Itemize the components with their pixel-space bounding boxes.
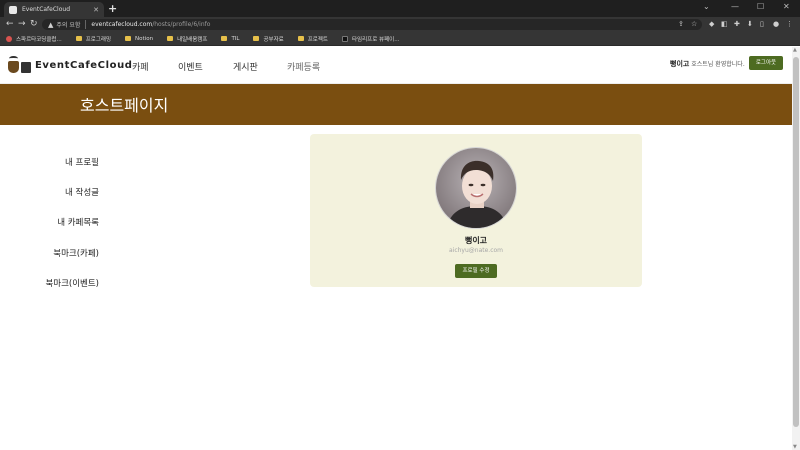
bookmark-item[interactable]: Notion (125, 36, 153, 42)
scroll-up-icon[interactable]: ▲ (793, 47, 797, 53)
bookmark-label: 공부자료 (263, 36, 284, 43)
bookmark-favicon-icon (6, 35, 12, 42)
menu-icon[interactable]: ⋮ (786, 20, 793, 29)
nav-board[interactable]: 게시판 (233, 60, 258, 73)
insecure-label: 주의 요함 (56, 20, 87, 29)
shield-icon[interactable]: ◆ (709, 20, 714, 29)
bookmark-item[interactable]: 내일배움캠프 (167, 35, 207, 43)
back-icon[interactable]: ← (6, 19, 14, 30)
site-logo[interactable]: EventCafeCloud (6, 56, 133, 74)
puzzle-icon[interactable]: ✚ (734, 20, 740, 29)
bookmark-item[interactable]: 타임리프로 뷰페이... (341, 35, 400, 43)
close-window-icon[interactable]: ✕ (783, 2, 790, 11)
greeting-suffix: 호스트님 환영합니다. (689, 61, 745, 68)
star-icon[interactable]: ☆ (691, 19, 697, 30)
forward-icon[interactable]: → (18, 19, 26, 30)
avatar-photo (436, 148, 516, 228)
browser-toolbar: ← → ↻ ▲ 주의 요함 eventcafecloud.com/hosts/p… (0, 17, 800, 32)
host-greeting: 뻥이고 호스트님 환영합니다. (670, 59, 745, 69)
edit-profile-button[interactable]: 프로필 수정 (455, 264, 497, 278)
warning-icon[interactable]: ▲ (48, 21, 53, 29)
profile-card: 뻥이고 aichyu@nate.com 프로필 수정 (310, 134, 642, 287)
profile-icon[interactable]: ● (773, 20, 779, 29)
profile-email: aichyu@nate.com (448, 247, 504, 254)
browser-tab-bar: EventCafeCloud ✕ + ⌄ — ☐ ✕ (0, 0, 800, 17)
bookmarks-bar: 스파르타코딩클럽... 프로그래밍 Notion 내일배움캠프 TIL 공부자료… (0, 32, 800, 46)
bookmark-favicon-icon (341, 35, 348, 42)
address-bar[interactable]: ▲ 주의 요함 eventcafecloud.com/hosts/profile… (42, 19, 702, 30)
bookmark-label: 스파르타코딩클럽... (16, 36, 62, 43)
coffee-cup-icon (6, 56, 32, 74)
url-host: eventcafecloud.com (91, 21, 153, 28)
maximize-icon[interactable]: ☐ (757, 2, 764, 11)
nav-cafe-register[interactable]: 카페등록 (287, 60, 320, 73)
scroll-down-icon[interactable]: ▼ (793, 444, 797, 450)
bookmark-item[interactable]: TIL (221, 36, 239, 42)
logo-text: EventCafeCloud (35, 59, 133, 71)
folder-icon (253, 36, 260, 41)
bookmark-label: 프로그래밍 (85, 36, 112, 43)
folder-icon (167, 36, 174, 41)
extension-icon[interactable]: ◧ (721, 20, 728, 29)
sidebar-item-my-posts[interactable]: 내 작성글 (65, 186, 99, 198)
sidebar-item-my-cafes[interactable]: 내 카페목록 (57, 216, 99, 228)
url-text: eventcafecloud.com/hosts/profile/6/info (91, 21, 210, 28)
minimize-icon[interactable]: — (731, 2, 739, 11)
folder-icon (221, 36, 228, 41)
bookmark-label: 타임리프로 뷰페이... (351, 36, 400, 43)
greeting-name: 뻥이고 (670, 60, 690, 68)
profile-name: 뻥이고 (464, 236, 488, 245)
close-tab-icon[interactable]: ✕ (93, 6, 99, 14)
page-banner: 호스트페이지 (0, 84, 792, 125)
bookmark-label: Notion (135, 35, 154, 42)
scroll-thumb[interactable] (793, 57, 799, 427)
bookmark-item[interactable]: 프로그래밍 (75, 35, 112, 43)
page-scrollbar[interactable]: ▲ ▼ (792, 47, 800, 450)
folder-icon (125, 36, 132, 41)
sidebar-item-my-profile[interactable]: 내 프로필 (65, 156, 99, 168)
nav-cafe[interactable]: 카페 (132, 60, 149, 73)
bookmark-item[interactable]: 공부자료 (253, 35, 284, 43)
site-header: EventCafeCloud 카페 이벤트 게시판 카페등록 뻥이고 호스트님 … (0, 47, 792, 84)
download-icon[interactable]: ⬇ (747, 20, 753, 29)
sidebar-item-bookmark-cafe[interactable]: 북마크(카페) (53, 247, 99, 259)
site-favicon-icon (9, 5, 17, 14)
share-icon[interactable]: ⇪ (678, 19, 684, 30)
bookmark-item[interactable]: 스파르타코딩클럽... (6, 35, 62, 43)
bookmark-label: 프로젝트 (307, 36, 328, 43)
sidebar-icon[interactable]: ▯ (760, 20, 764, 29)
new-tab-button[interactable]: + (108, 2, 117, 15)
page-title: 호스트페이지 (80, 96, 169, 115)
chevron-down-icon[interactable]: ⌄ (703, 2, 710, 11)
avatar (435, 147, 517, 229)
logout-button[interactable]: 로그아웃 (749, 56, 783, 70)
bookmark-label: TIL (231, 35, 240, 42)
nav-event[interactable]: 이벤트 (178, 60, 203, 73)
folder-icon (297, 36, 304, 41)
sidebar-item-bookmark-event[interactable]: 북마크(이벤트) (45, 277, 99, 289)
url-path: /hosts/profile/6/info (152, 21, 211, 28)
bookmark-label: 내일배움캠프 (177, 36, 208, 43)
browser-tab[interactable]: EventCafeCloud ✕ (4, 2, 104, 17)
folder-icon (75, 36, 82, 41)
tab-title: EventCafeCloud (22, 6, 70, 13)
bookmark-item[interactable]: 프로젝트 (297, 35, 328, 43)
reload-icon[interactable]: ↻ (30, 19, 38, 30)
